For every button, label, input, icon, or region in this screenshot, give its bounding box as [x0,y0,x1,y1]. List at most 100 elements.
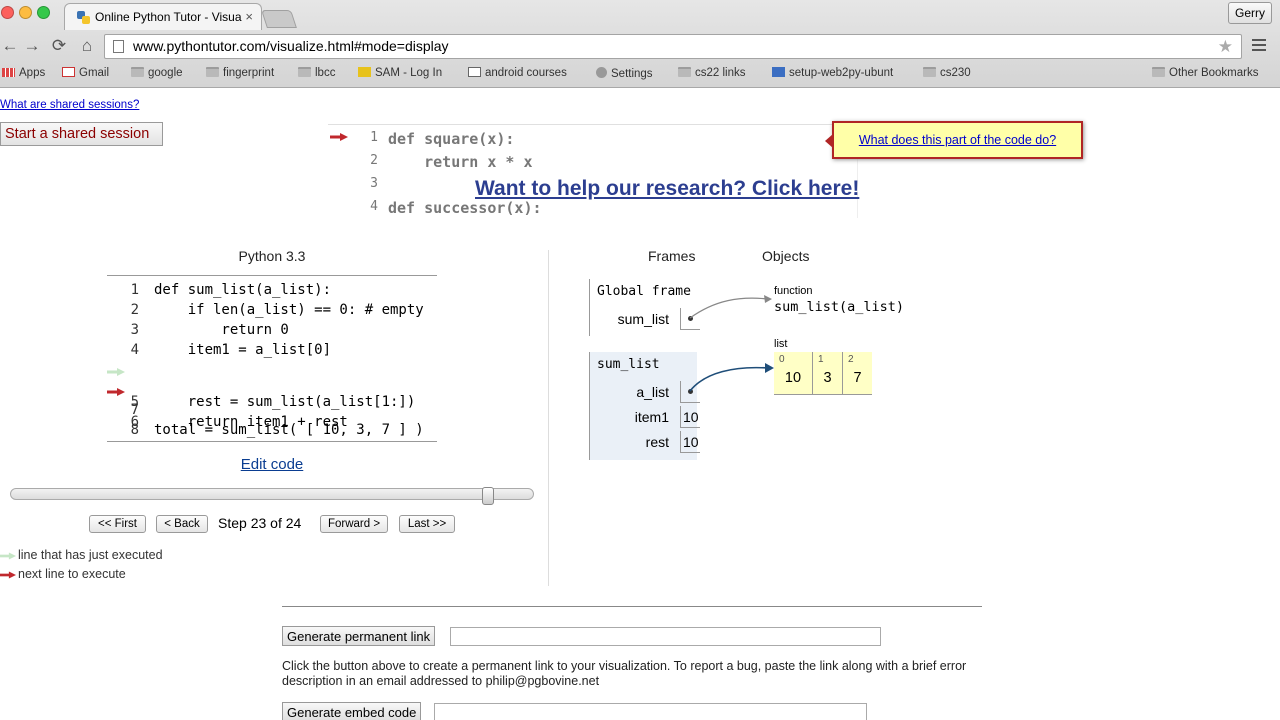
sam-icon [358,67,371,77]
browser-chrome: Online Python Tutor - Visua × Gerry ← → … [0,0,1280,88]
var-value: 10 [680,406,700,428]
reload-icon[interactable]: ⟳ [49,36,69,56]
var-value-pointer [680,308,700,330]
permanent-link-field[interactable] [450,627,881,646]
code-pane: 1 def sum_list(a_list): 2 if len(a_list) … [107,275,437,442]
bookmark-gmail[interactable]: Gmail [62,67,109,79]
pane-divider [548,250,549,586]
bookmark-cs230[interactable]: cs230 [923,67,971,79]
embed-code-field[interactable] [434,703,867,720]
legend-next-line: next line to execute [0,567,126,581]
step-slider-track[interactable] [10,488,534,500]
start-shared-session-button[interactable]: Start a shared session [0,122,163,146]
bookmarks-bar: Apps Gmail google fingerprint lbcc SAM -… [0,64,1280,86]
gmail-icon [62,67,75,77]
home-icon[interactable]: ⌂ [77,36,97,56]
next-line-arrow-icon [107,388,125,396]
folder-icon [678,67,691,77]
bookmark-sam[interactable]: SAM - Log In [358,67,442,79]
edit-code-link[interactable]: Edit code [107,456,437,473]
research-link[interactable]: Want to help our research? Click here! [475,177,859,201]
apps-icon [2,68,15,77]
code-preview: 1 def square(x): 2 return x * x 3 4 def su… [328,124,858,218]
frames-header: Frames [648,248,696,264]
browser-tab-active[interactable]: Online Python Tutor - Visua × [64,3,262,30]
python-favicon-icon [77,11,90,24]
objects-header: Objects [762,248,810,264]
first-button[interactable]: << First [89,515,146,533]
function-object-type: function [774,285,813,297]
bookmark-lbcc[interactable]: lbcc [298,67,335,79]
step-slider-thumb[interactable] [482,487,494,505]
generate-permanent-link-button[interactable]: Generate permanent link [282,626,436,646]
last-button[interactable]: Last >> [399,515,455,533]
step-counter: Step 23 of 24 [218,515,302,531]
forward-icon[interactable]: → [22,36,42,56]
generate-embed-code-button[interactable]: Generate embed code [282,702,422,720]
bookmark-settings[interactable]: Settings [596,67,653,80]
bug-report-text: Click the button above to create a perma… [282,659,967,688]
folder-icon [131,67,144,77]
var-name: rest [645,434,669,450]
code-line: 1 def sum_list(a_list): [130,282,332,298]
sum-list-frame: sum_list a_list item1 10 rest 10 [589,352,700,460]
global-frame: Global frame sum_list [589,279,700,336]
close-tab-icon[interactable]: × [245,4,253,30]
home-page-icon [772,67,785,77]
shared-sessions-link[interactable]: What are shared sessions? [0,99,139,111]
bookmark-android-courses[interactable]: android courses [468,67,567,79]
new-tab-button[interactable] [261,10,297,28]
bookmark-google[interactable]: google [131,67,183,79]
code-line: 8 total = sum_list( [ 10, 3, 7 ] ) [130,422,424,438]
url-text: www.pythontutor.com/visualize.html#mode=… [133,38,449,54]
frame-title: sum_list [597,357,660,372]
just-executed-arrow-icon [0,552,16,560]
code-line: 6 return item1 + rest [107,382,437,430]
function-object-name: sum_list(a_list) [774,299,905,315]
section-divider [282,606,982,607]
back-icon[interactable]: ← [0,36,20,56]
profile-button[interactable]: Gerry [1228,2,1272,24]
code-line: 2 if len(a_list) == 0: # empty [130,302,424,318]
folder-icon [298,67,311,77]
var-name: a_list [636,384,669,400]
folder-icon [923,67,936,77]
code-line: 5 rest = sum_list(a_list[1:]) [107,362,437,410]
close-window-button[interactable] [1,6,14,19]
pointer-dot-icon [688,389,693,394]
bookmark-apps[interactable]: Apps [2,67,45,79]
minimize-window-button[interactable] [19,6,32,19]
list-cell: 13 [812,352,842,394]
page-icon [113,40,124,53]
forward-button[interactable]: Forward > [320,515,388,533]
bookmark-fingerprint[interactable]: fingerprint [206,67,274,79]
bookmark-cs22-links[interactable]: cs22 links [678,67,746,79]
zoom-window-button[interactable] [37,6,50,19]
code-question-callout[interactable]: What does this part of the code do? [825,121,1083,159]
arrow-head [764,295,772,303]
code-line: 3 return 0 [130,322,289,338]
arrow-head [765,363,774,373]
list-object-type: list [774,338,788,350]
code-line: 7 [130,402,139,418]
back-button[interactable]: < Back [156,515,208,533]
folder-icon [206,67,219,77]
frame-to-list-arrow [689,366,769,392]
bookmark-star-icon[interactable]: ★ [1218,35,1233,58]
language-label: Python 3.3 [238,248,306,264]
bookmark-other[interactable]: Other Bookmarks [1152,67,1258,79]
bookmark-setup-web2py[interactable]: setup-web2py-ubunt [772,67,893,79]
tab-title: Online Python Tutor - Visua [95,10,242,24]
next-line-arrow-icon [0,571,16,579]
next-line-arrow-icon [330,133,348,141]
global-to-function-arrow [689,297,769,319]
menu-icon[interactable] [1252,39,1266,54]
var-value: 10 [680,431,700,453]
gear-icon [596,67,607,78]
android-courses-icon [468,67,481,77]
address-bar[interactable]: www.pythontutor.com/visualize.html#mode=… [104,34,1242,59]
just-executed-arrow-icon [107,368,125,376]
var-name: sum_list [617,311,669,327]
pointer-dot-icon [688,316,693,321]
frame-title: Global frame [597,284,691,299]
